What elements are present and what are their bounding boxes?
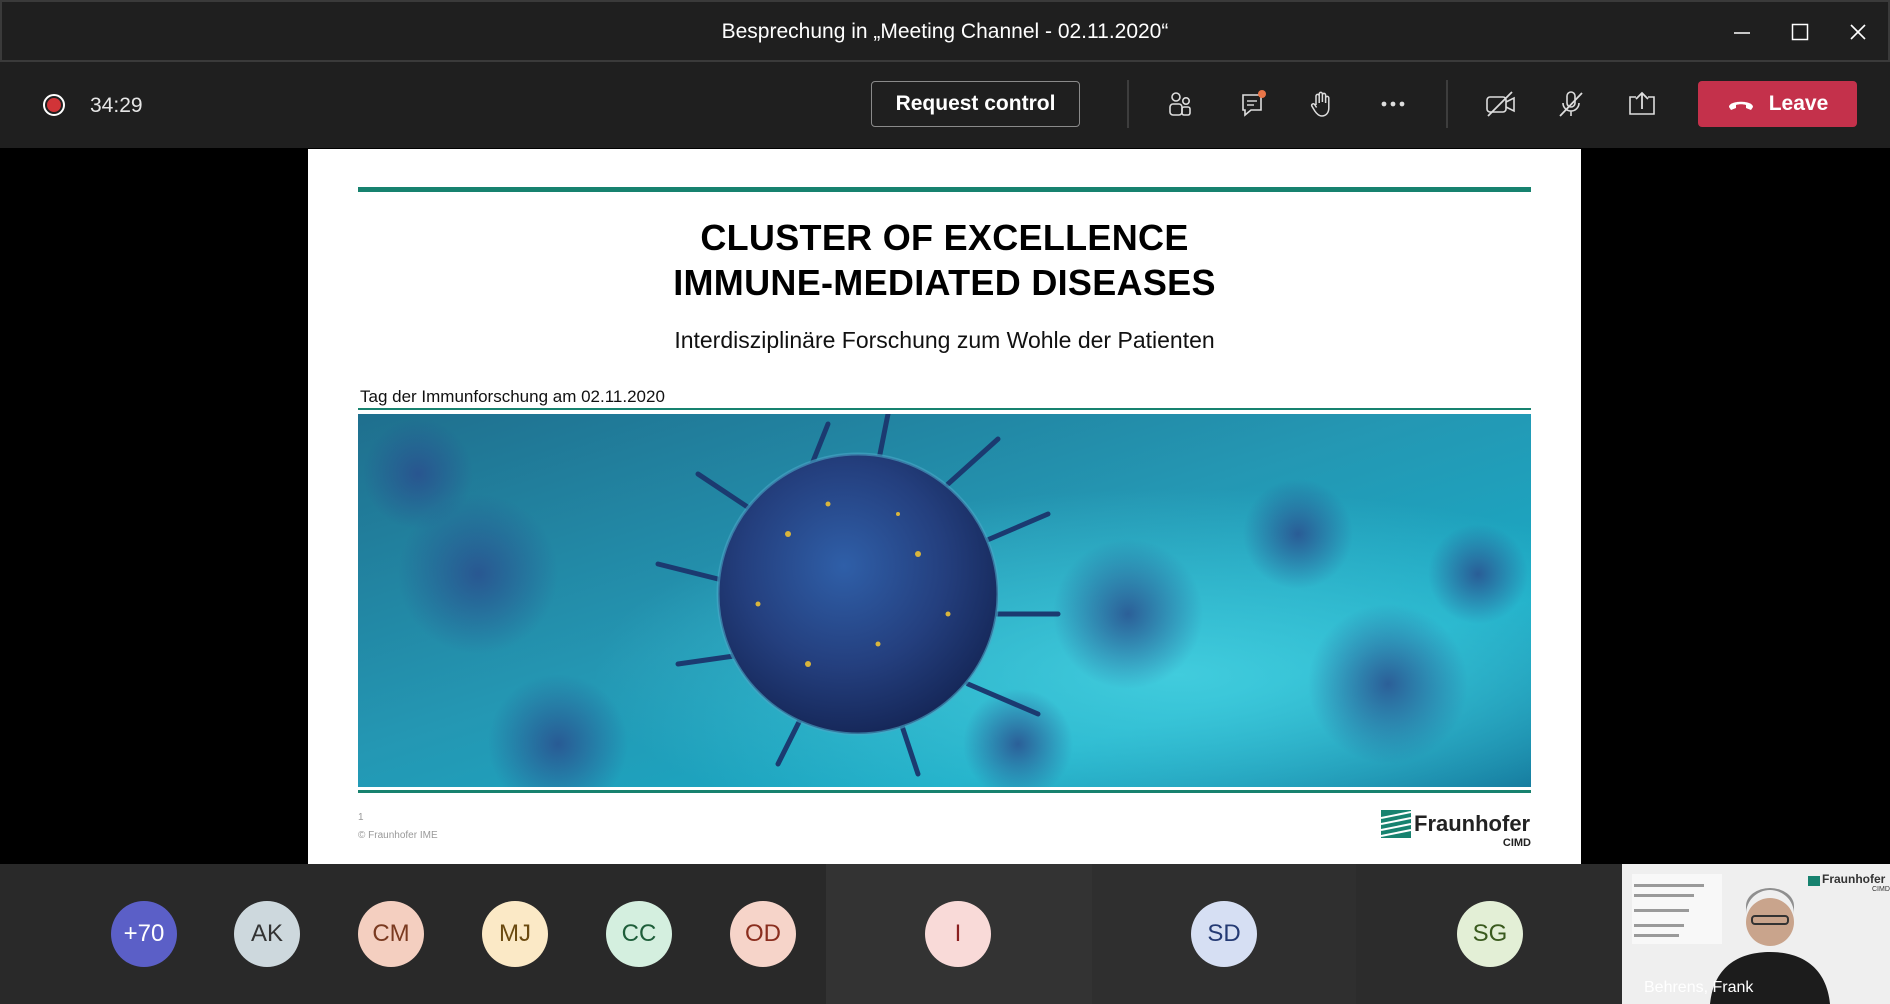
slide-title: CLUSTER OF EXCELLENCE IMMUNE-MEDIATED DI… (308, 215, 1581, 305)
hang-up-icon (1728, 101, 1753, 110)
mic-toggle-button[interactable] (1551, 84, 1591, 124)
slide-top-rule (358, 187, 1531, 192)
participant-avatar[interactable]: I (925, 901, 991, 967)
share-screen-button[interactable] (1622, 84, 1662, 124)
share-screen-icon (1629, 91, 1655, 115)
request-control-button[interactable]: Request control (871, 81, 1080, 127)
camera-off-icon (1486, 91, 1515, 117)
slide-title-line1: CLUSTER OF EXCELLENCE (700, 217, 1189, 258)
participant-avatar[interactable]: CM (358, 901, 424, 967)
shared-slide: CLUSTER OF EXCELLENCE IMMUNE-MEDIATED DI… (308, 149, 1581, 865)
logo-name: Fraunhofer (1414, 811, 1531, 836)
close-button[interactable] (1838, 14, 1878, 50)
participants-button[interactable] (1160, 84, 1200, 124)
logo-subtitle: CIMD (1502, 837, 1531, 849)
fraunhofer-mark-icon (1381, 810, 1411, 838)
participant-avatar[interactable]: MJ (482, 901, 548, 967)
mic-off-icon (1559, 91, 1583, 117)
more-options-button[interactable] (1373, 84, 1413, 124)
participant-avatar[interactable]: SG (1457, 901, 1523, 967)
virus-image (358, 414, 1531, 787)
window-title: Besprechung in „Meeting Channel - 02.11.… (721, 20, 1169, 43)
more-icon (1381, 101, 1405, 107)
more-participants-avatar[interactable]: +70 (111, 901, 177, 967)
leave-button[interactable]: Leave (1698, 81, 1857, 127)
raise-hand-icon (1310, 91, 1330, 117)
participants-icon (1169, 92, 1191, 116)
window-titlebar: Besprechung in „Meeting Channel - 02.11.… (0, 0, 1890, 62)
participant-avatar[interactable]: OD (730, 901, 796, 967)
chat-button[interactable] (1233, 84, 1273, 124)
maximize-icon (1791, 23, 1809, 41)
toolbar-divider (1446, 80, 1448, 128)
participant-avatar[interactable]: SD (1191, 901, 1257, 967)
meeting-timer: 34:29 (90, 94, 143, 117)
raise-hand-button[interactable] (1302, 84, 1342, 124)
slide-date-line: Tag der Immunforschung am 02.11.2020 (360, 387, 665, 406)
participant-avatar[interactable]: CC (606, 901, 672, 967)
minimize-button[interactable] (1722, 14, 1762, 50)
toolbar-divider (1127, 80, 1129, 128)
slide-subtitle: Interdisziplinäre Forschung zum Wohle de… (674, 327, 1215, 353)
minimize-icon (1734, 32, 1750, 34)
slide-title-line2: IMMUNE-MEDIATED DISEASES (673, 262, 1216, 303)
leave-label: Leave (1768, 92, 1829, 115)
camera-toggle-button[interactable] (1481, 84, 1521, 124)
slide-copyright: © Fraunhofer IME (358, 830, 438, 841)
speaker-name: Behrens, Frank (1644, 979, 1754, 996)
speaker-video-tile[interactable]: Fraunhofer CIMD Behrens, Frank (1622, 864, 1890, 1004)
slide-rule (358, 408, 1531, 410)
video-logo-name: Fraunhofer (1822, 872, 1886, 886)
video-logo-sub: CIMD (1872, 886, 1890, 893)
slide-page-number: 1 (358, 812, 364, 823)
close-icon (1850, 24, 1866, 40)
recording-indicator-icon (43, 94, 65, 116)
chat-icon (1242, 90, 1266, 117)
slide-bottom-rule (358, 790, 1531, 793)
maximize-button[interactable] (1780, 14, 1820, 50)
fraunhofer-logo: Fraunhofer CIMD (1381, 806, 1531, 851)
participant-avatar[interactable]: AK (234, 901, 300, 967)
